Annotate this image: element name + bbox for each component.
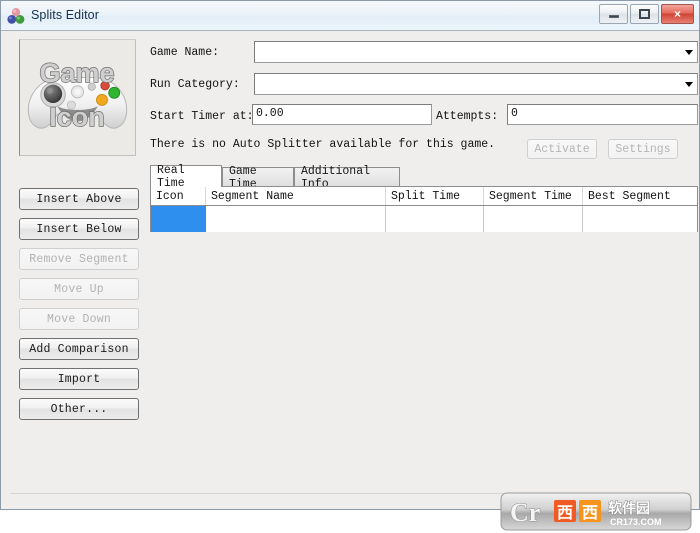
tab-strip: Real Time Game Time Additional Info [150,163,698,191]
game-icon-overlay-bottom: Icon [49,102,105,132]
tab-additional-info[interactable]: Additional Info [294,165,400,191]
table-row[interactable] [151,206,697,232]
cell-best-segment[interactable] [583,206,697,232]
move-up-label: Move Up [54,282,104,296]
game-controller-icon: Game Icon [20,40,135,155]
activate-button: Activate [527,139,597,159]
site-watermark-logo: Cr 西 西 软件园 CR173.COM [500,492,692,531]
run-category-label: Run Category: [150,78,240,91]
other-label: Other... [50,402,108,416]
chevron-down-icon [685,82,693,87]
column-header-split-time-label: Split Time [391,189,461,203]
watermark-brand-cn-2: 西 [582,503,598,522]
segments-grid: Icon Segment Name Split Time Segment Tim… [150,186,698,232]
import-label: Import [57,372,101,386]
window-title: Splits Editor [31,8,99,22]
game-name-combobox[interactable] [254,41,698,63]
column-header-best-segment[interactable]: Best Segment [583,187,697,205]
insert-above-label: Insert Above [36,192,122,206]
cell-icon[interactable] [151,206,206,232]
settings-label: Settings [615,142,671,156]
minimize-button[interactable] [599,4,628,24]
move-down-label: Move Down [47,312,111,326]
insert-below-label: Insert Below [36,222,122,236]
remove-segment-label: Remove Segment [29,252,129,266]
game-icon-preview[interactable]: Game Icon [19,39,136,156]
cell-segment-name[interactable] [206,206,386,232]
watermark-brand-cn-1: 西 [557,503,573,522]
column-header-segment-name[interactable]: Segment Name [206,187,386,205]
start-timer-label: Start Timer at: [150,110,254,123]
livesplit-icon [7,8,25,24]
game-name-label: Game Name: [150,46,220,59]
add-comparison-label: Add Comparison [29,342,129,356]
run-category-combobox[interactable] [254,73,698,95]
watermark-brand-cn-3: 软件园 [608,500,650,517]
splits-editor-window: Splits Editor × Game Icon Insert Above I… [0,0,700,531]
column-header-segment-time-label: Segment Time [489,189,572,203]
title-bar: Splits Editor × [1,1,699,31]
cell-split-time[interactable] [386,206,484,232]
watermark-url: CR173.COM [610,517,662,527]
auto-splitter-note: There is no Auto Splitter available for … [150,138,496,151]
move-up-button: Move Up [19,278,139,300]
column-header-best-segment-label: Best Segment [588,189,671,203]
attempts-input[interactable]: 0 [507,104,698,125]
cell-segment-time[interactable] [484,206,583,232]
maximize-button[interactable] [630,4,659,24]
activate-label: Activate [534,142,590,156]
close-button[interactable]: × [661,4,694,24]
import-button[interactable]: Import [19,368,139,390]
column-header-icon[interactable]: Icon [151,187,206,205]
other-button[interactable]: Other... [19,398,139,420]
insert-above-button[interactable]: Insert Above [19,188,139,210]
move-down-button: Move Down [19,308,139,330]
tab-real-time[interactable]: Real Time [150,163,222,190]
game-icon-overlay-top: Game [39,58,114,88]
add-comparison-button[interactable]: Add Comparison [19,338,139,360]
column-header-icon-label: Icon [156,189,184,203]
column-header-segment-name-label: Segment Name [211,189,294,203]
column-header-split-time[interactable]: Split Time [386,187,484,205]
maximize-icon [631,5,658,23]
insert-below-button[interactable]: Insert Below [19,218,139,240]
tab-game-time[interactable]: Game Time [222,165,294,191]
chevron-down-icon [685,50,693,55]
column-header-segment-time[interactable]: Segment Time [484,187,583,205]
close-icon: × [673,7,681,21]
tab-real-time-label: Real Time [157,163,185,190]
grid-header-row: Icon Segment Name Split Time Segment Tim… [151,187,697,206]
client-area: Game Icon Insert Above Insert Below Remo… [2,32,698,531]
start-timer-input[interactable]: 0.00 [252,104,432,125]
settings-button: Settings [608,139,678,159]
remove-segment-button: Remove Segment [19,248,139,270]
minimize-icon [600,5,627,23]
attempts-label: Attempts: [436,110,499,123]
watermark-brand-latin: Cr [510,498,540,527]
